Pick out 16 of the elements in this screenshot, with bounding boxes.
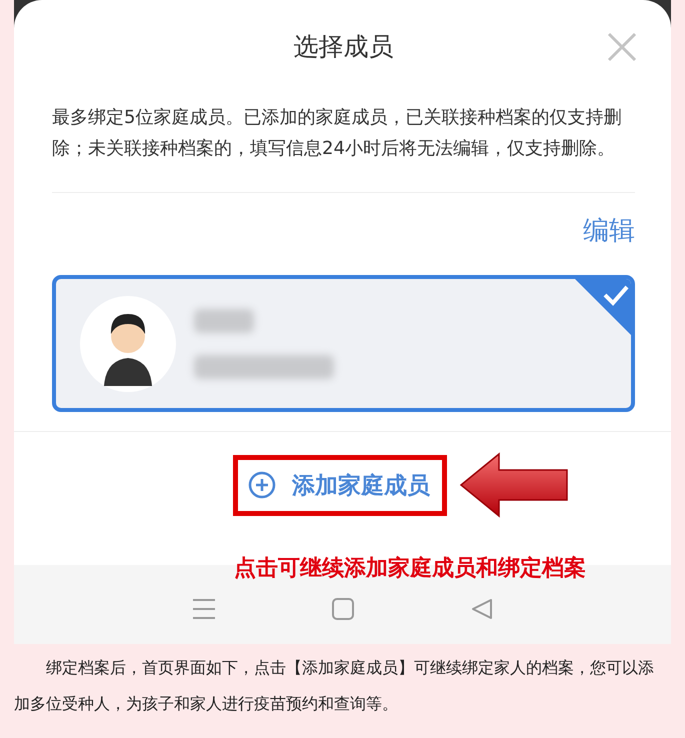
annotation-text: 点击可继续添加家庭成员和绑定档案 bbox=[234, 554, 586, 583]
article-paragraph: 绑定档案后，首页界面如下，点击【添加家庭成员】可继续绑定家人的档案，您可以添加多位受种人，为孩子和家人进行疫苗预约和查询等。 bbox=[14, 657, 655, 715]
dialog-title: 选择成员 bbox=[294, 30, 394, 62]
close-icon[interactable] bbox=[607, 32, 637, 62]
menu-icon[interactable] bbox=[192, 598, 216, 620]
blurred-name bbox=[194, 308, 254, 332]
avatar-icon bbox=[80, 296, 176, 392]
arrow-icon bbox=[459, 452, 569, 518]
add-member-button[interactable]: 添加家庭成员 bbox=[244, 466, 434, 504]
edit-link[interactable]: 编辑 bbox=[583, 213, 635, 269]
plus-circle-icon bbox=[248, 471, 276, 499]
checkmark-corner-icon bbox=[575, 279, 631, 335]
notice-text: 最多绑定5位家庭成员。已添加的家庭成员，已关联接种档案的仅支持删除；未关联接种档案的，填写信息24小时后将无法编辑，仅支持删除。 bbox=[52, 106, 622, 161]
member-card[interactable] bbox=[52, 275, 635, 412]
back-icon[interactable] bbox=[470, 598, 493, 620]
home-icon[interactable] bbox=[332, 598, 354, 620]
